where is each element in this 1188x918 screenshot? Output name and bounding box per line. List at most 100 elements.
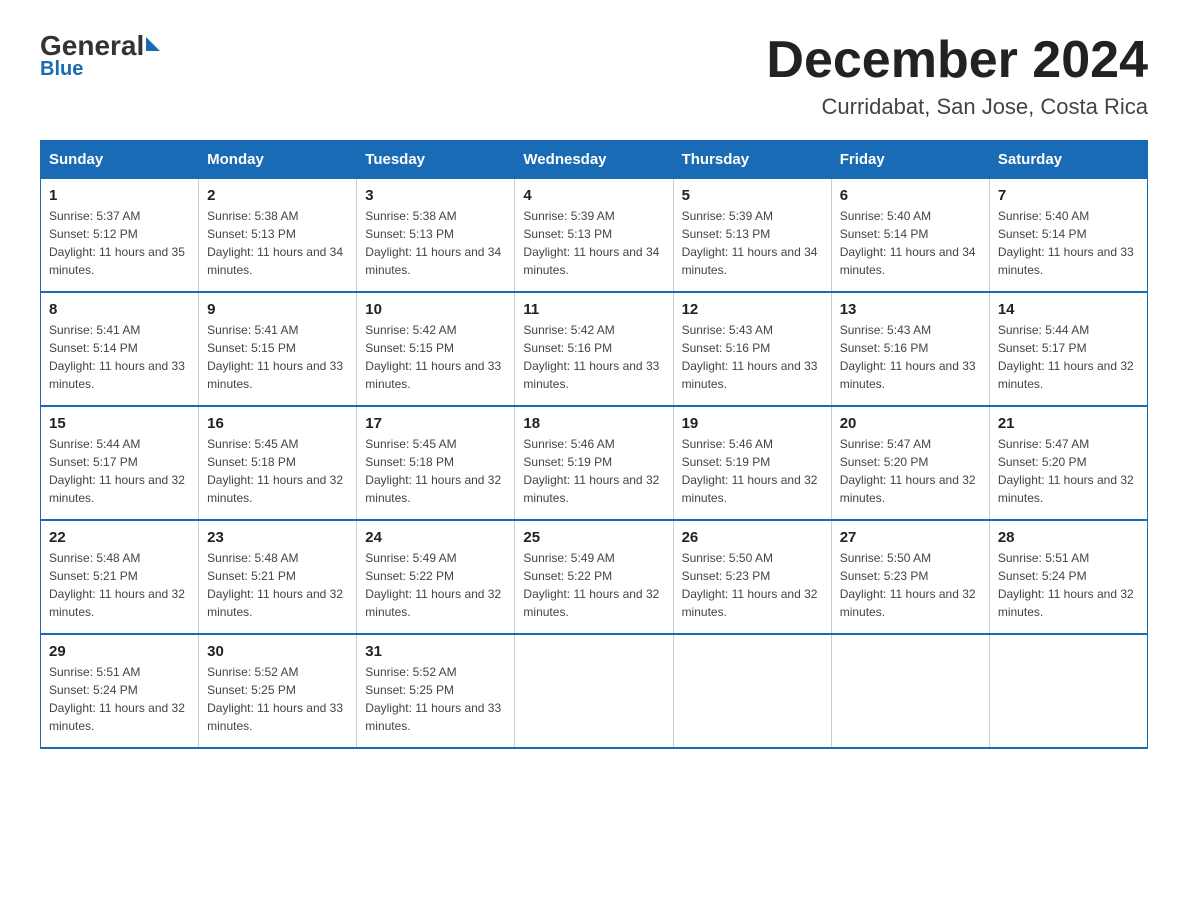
day-info: Sunrise: 5:42 AM Sunset: 5:16 PM Dayligh… bbox=[523, 321, 664, 393]
column-header-thursday: Thursday bbox=[673, 141, 831, 179]
day-number: 2 bbox=[207, 187, 348, 204]
day-number: 4 bbox=[523, 187, 664, 204]
day-number: 9 bbox=[207, 301, 348, 318]
calendar-cell: 17 Sunrise: 5:45 AM Sunset: 5:18 PM Dayl… bbox=[357, 406, 515, 520]
day-number: 19 bbox=[682, 415, 823, 432]
day-info: Sunrise: 5:46 AM Sunset: 5:19 PM Dayligh… bbox=[682, 435, 823, 507]
calendar-cell: 9 Sunrise: 5:41 AM Sunset: 5:15 PM Dayli… bbox=[199, 292, 357, 406]
calendar-cell: 16 Sunrise: 5:45 AM Sunset: 5:18 PM Dayl… bbox=[199, 406, 357, 520]
calendar-cell: 21 Sunrise: 5:47 AM Sunset: 5:20 PM Dayl… bbox=[989, 406, 1147, 520]
day-number: 7 bbox=[998, 187, 1139, 204]
day-number: 21 bbox=[998, 415, 1139, 432]
day-info: Sunrise: 5:48 AM Sunset: 5:21 PM Dayligh… bbox=[207, 549, 348, 621]
calendar-cell bbox=[831, 634, 989, 748]
calendar-cell: 13 Sunrise: 5:43 AM Sunset: 5:16 PM Dayl… bbox=[831, 292, 989, 406]
calendar-table: SundayMondayTuesdayWednesdayThursdayFrid… bbox=[40, 140, 1148, 749]
day-info: Sunrise: 5:41 AM Sunset: 5:14 PM Dayligh… bbox=[49, 321, 190, 393]
calendar-header-row: SundayMondayTuesdayWednesdayThursdayFrid… bbox=[41, 141, 1148, 179]
day-info: Sunrise: 5:47 AM Sunset: 5:20 PM Dayligh… bbox=[998, 435, 1139, 507]
calendar-cell: 2 Sunrise: 5:38 AM Sunset: 5:13 PM Dayli… bbox=[199, 179, 357, 293]
day-number: 30 bbox=[207, 643, 348, 660]
page-header: General Blue December 2024 Curridabat, S… bbox=[40, 30, 1148, 120]
calendar-cell: 15 Sunrise: 5:44 AM Sunset: 5:17 PM Dayl… bbox=[41, 406, 199, 520]
calendar-cell: 27 Sunrise: 5:50 AM Sunset: 5:23 PM Dayl… bbox=[831, 520, 989, 634]
day-info: Sunrise: 5:45 AM Sunset: 5:18 PM Dayligh… bbox=[365, 435, 506, 507]
calendar-cell bbox=[673, 634, 831, 748]
day-info: Sunrise: 5:40 AM Sunset: 5:14 PM Dayligh… bbox=[998, 207, 1139, 279]
calendar-cell bbox=[989, 634, 1147, 748]
logo-blue-text: Blue bbox=[40, 58, 83, 81]
calendar-cell: 30 Sunrise: 5:52 AM Sunset: 5:25 PM Dayl… bbox=[199, 634, 357, 748]
title-area: December 2024 Curridabat, San Jose, Cost… bbox=[766, 30, 1148, 120]
day-info: Sunrise: 5:48 AM Sunset: 5:21 PM Dayligh… bbox=[49, 549, 190, 621]
calendar-cell: 18 Sunrise: 5:46 AM Sunset: 5:19 PM Dayl… bbox=[515, 406, 673, 520]
calendar-cell: 24 Sunrise: 5:49 AM Sunset: 5:22 PM Dayl… bbox=[357, 520, 515, 634]
day-info: Sunrise: 5:52 AM Sunset: 5:25 PM Dayligh… bbox=[207, 663, 348, 735]
day-number: 18 bbox=[523, 415, 664, 432]
day-info: Sunrise: 5:38 AM Sunset: 5:13 PM Dayligh… bbox=[365, 207, 506, 279]
day-info: Sunrise: 5:41 AM Sunset: 5:15 PM Dayligh… bbox=[207, 321, 348, 393]
day-number: 16 bbox=[207, 415, 348, 432]
calendar-week-row: 22 Sunrise: 5:48 AM Sunset: 5:21 PM Dayl… bbox=[41, 520, 1148, 634]
day-info: Sunrise: 5:51 AM Sunset: 5:24 PM Dayligh… bbox=[49, 663, 190, 735]
day-number: 3 bbox=[365, 187, 506, 204]
day-number: 6 bbox=[840, 187, 981, 204]
calendar-cell: 7 Sunrise: 5:40 AM Sunset: 5:14 PM Dayli… bbox=[989, 179, 1147, 293]
day-info: Sunrise: 5:50 AM Sunset: 5:23 PM Dayligh… bbox=[682, 549, 823, 621]
calendar-cell: 10 Sunrise: 5:42 AM Sunset: 5:15 PM Dayl… bbox=[357, 292, 515, 406]
day-number: 13 bbox=[840, 301, 981, 318]
day-number: 22 bbox=[49, 529, 190, 546]
day-number: 15 bbox=[49, 415, 190, 432]
column-header-sunday: Sunday bbox=[41, 141, 199, 179]
day-info: Sunrise: 5:39 AM Sunset: 5:13 PM Dayligh… bbox=[682, 207, 823, 279]
day-number: 28 bbox=[998, 529, 1139, 546]
calendar-week-row: 29 Sunrise: 5:51 AM Sunset: 5:24 PM Dayl… bbox=[41, 634, 1148, 748]
calendar-cell: 20 Sunrise: 5:47 AM Sunset: 5:20 PM Dayl… bbox=[831, 406, 989, 520]
day-info: Sunrise: 5:44 AM Sunset: 5:17 PM Dayligh… bbox=[998, 321, 1139, 393]
day-number: 20 bbox=[840, 415, 981, 432]
day-number: 23 bbox=[207, 529, 348, 546]
day-number: 1 bbox=[49, 187, 190, 204]
calendar-cell: 4 Sunrise: 5:39 AM Sunset: 5:13 PM Dayli… bbox=[515, 179, 673, 293]
calendar-cell: 29 Sunrise: 5:51 AM Sunset: 5:24 PM Dayl… bbox=[41, 634, 199, 748]
day-number: 26 bbox=[682, 529, 823, 546]
day-info: Sunrise: 5:49 AM Sunset: 5:22 PM Dayligh… bbox=[365, 549, 506, 621]
column-header-tuesday: Tuesday bbox=[357, 141, 515, 179]
day-info: Sunrise: 5:43 AM Sunset: 5:16 PM Dayligh… bbox=[840, 321, 981, 393]
day-info: Sunrise: 5:39 AM Sunset: 5:13 PM Dayligh… bbox=[523, 207, 664, 279]
day-info: Sunrise: 5:51 AM Sunset: 5:24 PM Dayligh… bbox=[998, 549, 1139, 621]
calendar-cell: 26 Sunrise: 5:50 AM Sunset: 5:23 PM Dayl… bbox=[673, 520, 831, 634]
logo: General Blue bbox=[40, 30, 160, 81]
calendar-week-row: 8 Sunrise: 5:41 AM Sunset: 5:14 PM Dayli… bbox=[41, 292, 1148, 406]
calendar-cell: 22 Sunrise: 5:48 AM Sunset: 5:21 PM Dayl… bbox=[41, 520, 199, 634]
day-number: 12 bbox=[682, 301, 823, 318]
day-info: Sunrise: 5:43 AM Sunset: 5:16 PM Dayligh… bbox=[682, 321, 823, 393]
calendar-cell: 6 Sunrise: 5:40 AM Sunset: 5:14 PM Dayli… bbox=[831, 179, 989, 293]
day-number: 29 bbox=[49, 643, 190, 660]
day-info: Sunrise: 5:37 AM Sunset: 5:12 PM Dayligh… bbox=[49, 207, 190, 279]
calendar-cell: 28 Sunrise: 5:51 AM Sunset: 5:24 PM Dayl… bbox=[989, 520, 1147, 634]
calendar-cell: 3 Sunrise: 5:38 AM Sunset: 5:13 PM Dayli… bbox=[357, 179, 515, 293]
calendar-cell: 19 Sunrise: 5:46 AM Sunset: 5:19 PM Dayl… bbox=[673, 406, 831, 520]
calendar-week-row: 15 Sunrise: 5:44 AM Sunset: 5:17 PM Dayl… bbox=[41, 406, 1148, 520]
calendar-cell: 14 Sunrise: 5:44 AM Sunset: 5:17 PM Dayl… bbox=[989, 292, 1147, 406]
day-number: 8 bbox=[49, 301, 190, 318]
day-info: Sunrise: 5:50 AM Sunset: 5:23 PM Dayligh… bbox=[840, 549, 981, 621]
day-number: 24 bbox=[365, 529, 506, 546]
day-info: Sunrise: 5:45 AM Sunset: 5:18 PM Dayligh… bbox=[207, 435, 348, 507]
calendar-cell: 11 Sunrise: 5:42 AM Sunset: 5:16 PM Dayl… bbox=[515, 292, 673, 406]
day-info: Sunrise: 5:38 AM Sunset: 5:13 PM Dayligh… bbox=[207, 207, 348, 279]
calendar-cell: 1 Sunrise: 5:37 AM Sunset: 5:12 PM Dayli… bbox=[41, 179, 199, 293]
day-info: Sunrise: 5:49 AM Sunset: 5:22 PM Dayligh… bbox=[523, 549, 664, 621]
column-header-saturday: Saturday bbox=[989, 141, 1147, 179]
calendar-cell: 25 Sunrise: 5:49 AM Sunset: 5:22 PM Dayl… bbox=[515, 520, 673, 634]
calendar-title: December 2024 bbox=[766, 30, 1148, 90]
calendar-cell: 12 Sunrise: 5:43 AM Sunset: 5:16 PM Dayl… bbox=[673, 292, 831, 406]
calendar-cell: 31 Sunrise: 5:52 AM Sunset: 5:25 PM Dayl… bbox=[357, 634, 515, 748]
day-number: 27 bbox=[840, 529, 981, 546]
day-number: 10 bbox=[365, 301, 506, 318]
day-number: 17 bbox=[365, 415, 506, 432]
day-number: 5 bbox=[682, 187, 823, 204]
column-header-friday: Friday bbox=[831, 141, 989, 179]
day-info: Sunrise: 5:40 AM Sunset: 5:14 PM Dayligh… bbox=[840, 207, 981, 279]
